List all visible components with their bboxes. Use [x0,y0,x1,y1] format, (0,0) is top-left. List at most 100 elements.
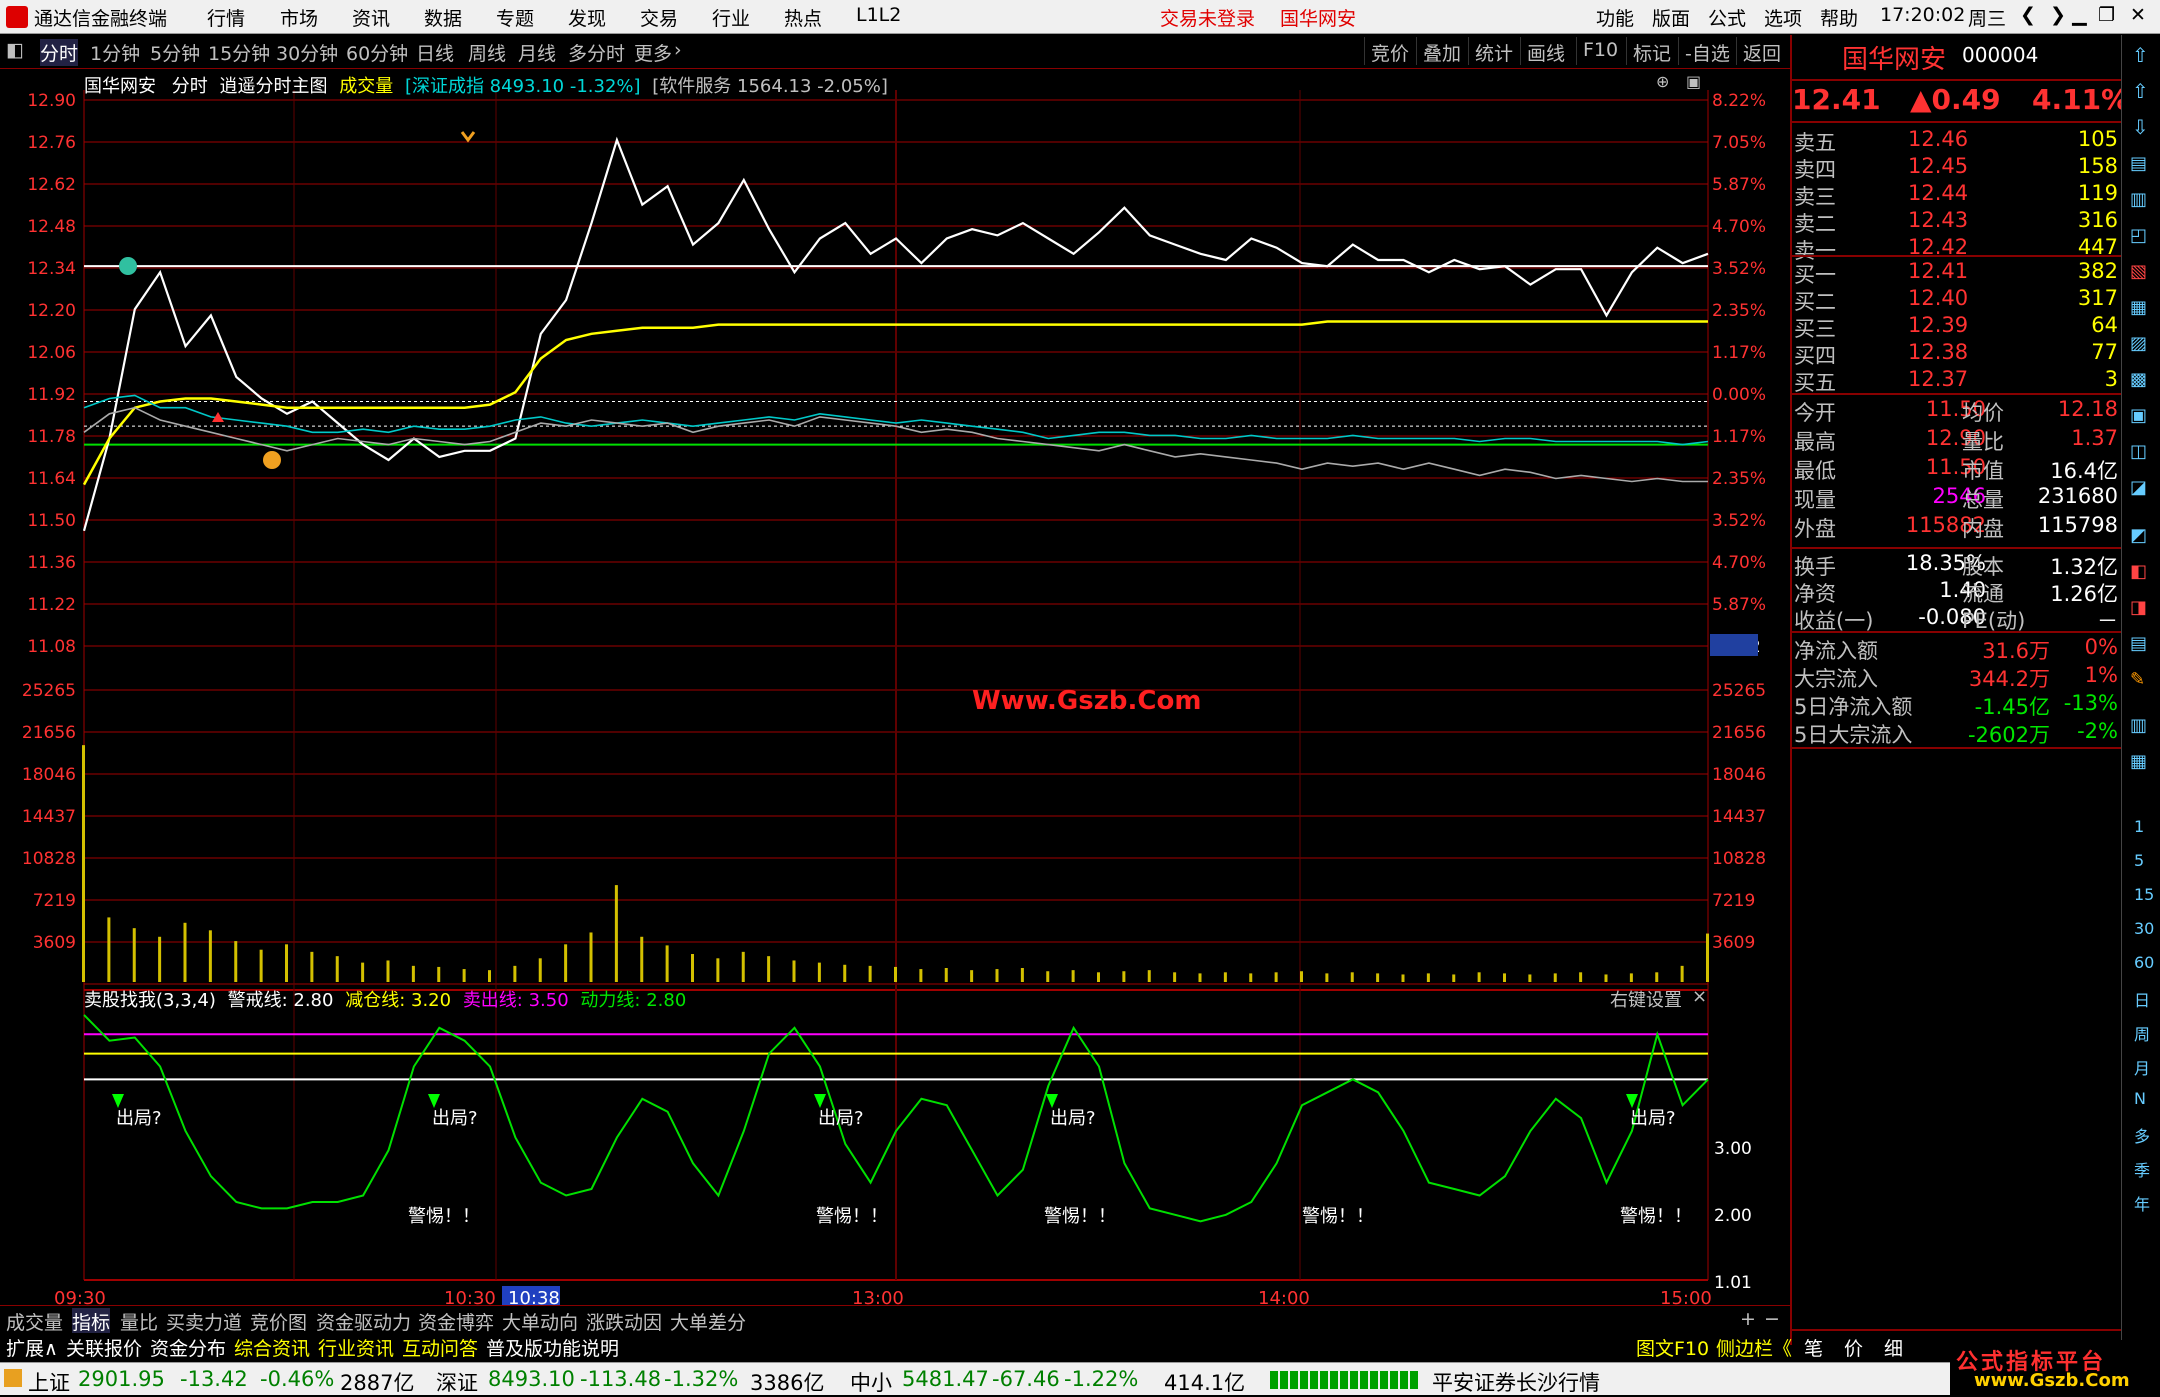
menu-item-shuju[interactable]: 数据 [424,4,462,31]
broker-name[interactable]: 平安证券长沙行情 [1432,1367,1600,1397]
indicator-settings-link[interactable]: 右键设置 [1610,986,1682,1012]
period-shortcut-3[interactable]: 30 [2134,919,2154,938]
menu-item-gongshi[interactable]: 公式 [1708,4,1746,31]
tick-tab-jia[interactable]: 价 [1844,1334,1863,1361]
chart-settings-icon[interactable]: ▣ [1686,72,1701,91]
sz-index-name[interactable]: 深证 [436,1367,478,1397]
chart-icon-2[interactable]: ▥ [2130,189,2147,210]
pageup-icon[interactable]: ⇧ [2132,79,2149,103]
chart-index2-overlay[interactable]: [软件服务 1564.13 -2.05%] [652,76,888,97]
pen-icon[interactable]: ✎ [2130,669,2145,690]
chart-volume-label[interactable]: 成交量 [339,76,393,97]
tab-weekly[interactable]: 周线 [468,39,506,66]
tab-multi-fenshi[interactable]: 多分时 [568,39,625,66]
period-shortcut-1[interactable]: 5 [2134,851,2144,870]
btab-auction[interactable]: 竞价图 [250,1308,307,1335]
btab-fund-game[interactable]: 资金博弈 [418,1308,494,1335]
period-shortcut-6[interactable]: 周 [2134,1021,2150,1045]
tool-remove-watchlist-button[interactable]: -自选 [1678,37,1736,65]
up-arrow-icon[interactable]: ⇧ [2132,43,2149,67]
tab-1min[interactable]: 1分钟 [90,39,140,66]
close-icon[interactable]: ✕ [2130,4,2146,26]
menu-item-redian[interactable]: 热点 [784,4,822,31]
menu-item-l1l2[interactable]: L1L2 [856,4,901,26]
period-shortcut-8[interactable]: N [2134,1089,2146,1108]
chart-icon-16[interactable]: ▦ [2130,751,2147,772]
btab-volume-ratio[interactable]: 量比 [120,1308,158,1335]
ext-news[interactable]: 综合资讯 [234,1334,310,1361]
zx-index-name[interactable]: 中小 [850,1367,892,1397]
chart-title[interactable]: 逍遥分时主图 [219,76,327,97]
tab-60min[interactable]: 60分钟 [346,39,408,66]
menu-item-hangqing[interactable]: 行情 [207,4,245,31]
menu-item-zhuanti[interactable]: 专题 [496,4,534,31]
forward-arrow-icon[interactable]: ❯ [2050,4,2066,26]
tab-5min[interactable]: 5分钟 [150,39,200,66]
pagedown-icon[interactable]: ⇩ [2132,115,2149,139]
more-chevron-icon[interactable]: › [674,39,682,61]
period-shortcut-2[interactable]: 15 [2134,885,2154,904]
ext-expand[interactable]: 扩展∧ [6,1334,58,1361]
chart-icon-7[interactable]: ▩ [2130,369,2147,390]
chart-icon-11[interactable]: ◩ [2130,525,2147,546]
chart-icon-14[interactable]: ▤ [2130,633,2147,654]
chart-icon-3[interactable]: ◰ [2130,225,2147,246]
ext-help[interactable]: 普及版功能说明 [486,1334,619,1361]
chart-icon-13[interactable]: ◨ [2130,597,2147,618]
tool-overlay-button[interactable]: 叠加 [1416,37,1467,65]
btab-big-order[interactable]: 大单动向 [502,1308,578,1335]
menu-item-shichang[interactable]: 市场 [280,4,318,31]
menu-item-jiaoyi[interactable]: 交易 [640,4,678,31]
chart-icon-1[interactable]: ▤ [2130,153,2147,174]
ext-fund-distribution[interactable]: 资金分布 [150,1334,226,1361]
menu-item-hangye[interactable]: 行业 [712,4,750,31]
menu-item-zixun[interactable]: 资讯 [352,4,390,31]
menu-item-bangzhu[interactable]: 帮助 [1820,4,1858,31]
tab-more[interactable]: 更多 [634,39,672,66]
menu-item-gongneng[interactable]: 功能 [1596,4,1634,31]
period-shortcut-5[interactable]: 日 [2134,987,2150,1011]
btab-buysell-power[interactable]: 买卖力道 [166,1308,242,1335]
menu-item-banmian[interactable]: 版面 [1652,4,1690,31]
indicator-close-icon[interactable]: × [1692,986,1707,1007]
restore-icon[interactable]: ❐ [2098,4,2115,26]
period-shortcut-11[interactable]: 年 [2134,1191,2150,1215]
btab-fund-drive[interactable]: 资金驱动力 [316,1308,411,1335]
chart-icon-4[interactable]: ▧ [2130,261,2147,282]
tool-mark-button[interactable]: 标记 [1626,37,1677,65]
btab-big-order-diff[interactable]: 大单差分 [670,1308,746,1335]
btab-add-icon[interactable]: + [1740,1308,1756,1330]
period-shortcut-4[interactable]: 60 [2134,953,2154,972]
tool-f10-button[interactable]: F10 [1576,37,1624,65]
chart-icon-8[interactable]: ▣ [2130,405,2147,426]
btab-rise-fall-cause[interactable]: 涨跌动因 [586,1308,662,1335]
ext-sidebar[interactable]: 侧边栏《 [1716,1334,1792,1361]
chart-icon-6[interactable]: ▨ [2130,333,2147,354]
menu-item-faxian[interactable]: 发现 [568,4,606,31]
tool-back-button[interactable]: 返回 [1736,37,1787,65]
tab-15min[interactable]: 15分钟 [208,39,270,66]
back-arrow-icon[interactable]: ❮ [2020,4,2036,26]
period-shortcut-9[interactable]: 多 [2134,1123,2150,1147]
chart-expand-icon[interactable]: ⊕ [1656,72,1669,91]
chart-icon-5[interactable]: ▦ [2130,297,2147,318]
tab-30min[interactable]: 30分钟 [276,39,338,66]
intraday-chart[interactable]: 12.90 12.76 12.62 12.48 12.34 12.20 12.06 11.92… [0,70,1790,1310]
menu-item-xuanxiang[interactable]: 选项 [1764,4,1802,31]
chart-icon-15[interactable]: ▥ [2130,715,2147,736]
ext-industry-news[interactable]: 行业资讯 [318,1334,394,1361]
btab-indicator[interactable]: 指标 [72,1308,111,1335]
chart-icon-10[interactable]: ◪ [2130,477,2147,498]
indicator-name[interactable]: 卖股找我(3,3,4) [84,990,216,1011]
panel-toggle-icon[interactable]: ◧ [6,39,24,61]
period-shortcut-0[interactable]: 1 [2134,817,2144,836]
tick-tab-bi[interactable]: 笔 [1804,1334,1823,1361]
tick-tab-xi[interactable]: 细 [1884,1334,1903,1361]
chart-icon-9[interactable]: ◫ [2130,441,2147,462]
btab-volume[interactable]: 成交量 [6,1308,63,1335]
chart-index1-overlay[interactable]: [深证成指 8493.10 -1.32%] [405,76,641,97]
period-shortcut-7[interactable]: 月 [2134,1055,2150,1079]
sh-index-name[interactable]: 上证 [28,1367,70,1397]
ext-related-quote[interactable]: 关联报价 [66,1334,142,1361]
tab-monthly[interactable]: 月线 [518,39,556,66]
